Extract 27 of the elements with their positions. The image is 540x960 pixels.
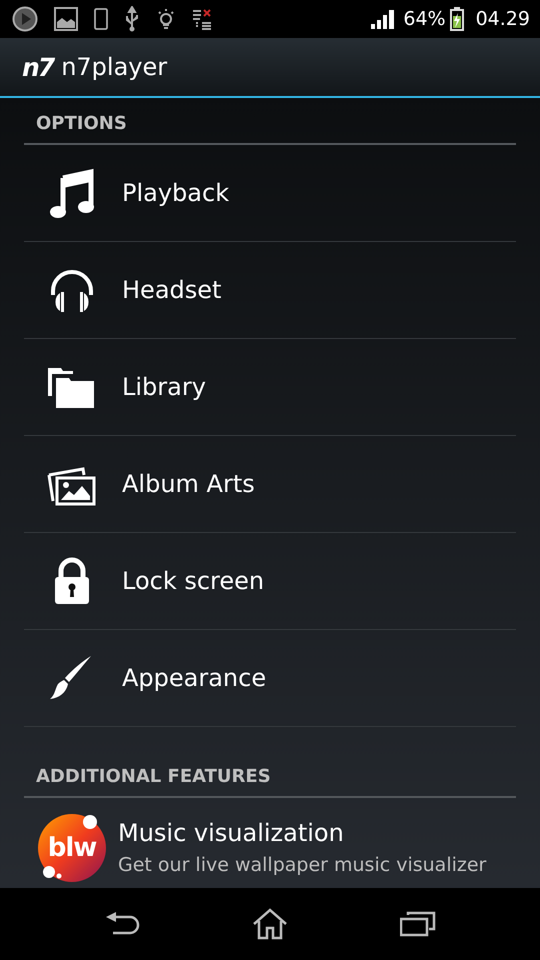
item-subtitle: Get our live wallpaper music visualizer bbox=[118, 853, 486, 878]
item-title: Music visualization bbox=[118, 818, 345, 850]
settings-item[interactable]: Album Arts bbox=[24, 436, 516, 533]
signal-icon bbox=[371, 9, 396, 29]
settings-item[interactable]: Headset bbox=[24, 242, 516, 339]
recent-apps-icon[interactable] bbox=[400, 911, 436, 937]
settings-item[interactable]: Appearance bbox=[24, 630, 516, 727]
settings-item[interactable]: Lock screen bbox=[24, 533, 516, 630]
play-icon bbox=[12, 6, 38, 32]
image-icon bbox=[54, 7, 78, 31]
usb-icon bbox=[124, 6, 140, 32]
music-note-icon bbox=[47, 168, 97, 218]
list-error-icon bbox=[192, 8, 212, 30]
section-header: OPTIONS bbox=[24, 98, 516, 145]
app-logo: n7 bbox=[22, 54, 54, 80]
light-bulb-icon bbox=[156, 7, 176, 31]
app-badge: blw bbox=[38, 814, 106, 882]
back-icon[interactable] bbox=[104, 911, 140, 937]
clock: 04.29 bbox=[476, 6, 530, 32]
phone-icon bbox=[94, 8, 108, 30]
section-header: ADDITIONAL FEATURES bbox=[24, 751, 516, 798]
settings-item[interactable]: Library bbox=[24, 339, 516, 436]
battery-charging-icon bbox=[450, 7, 464, 31]
home-icon[interactable] bbox=[252, 908, 288, 940]
app-title: n7player bbox=[61, 52, 168, 83]
battery-level: 64% bbox=[403, 6, 446, 32]
settings-item[interactable]: Playback bbox=[24, 145, 516, 242]
